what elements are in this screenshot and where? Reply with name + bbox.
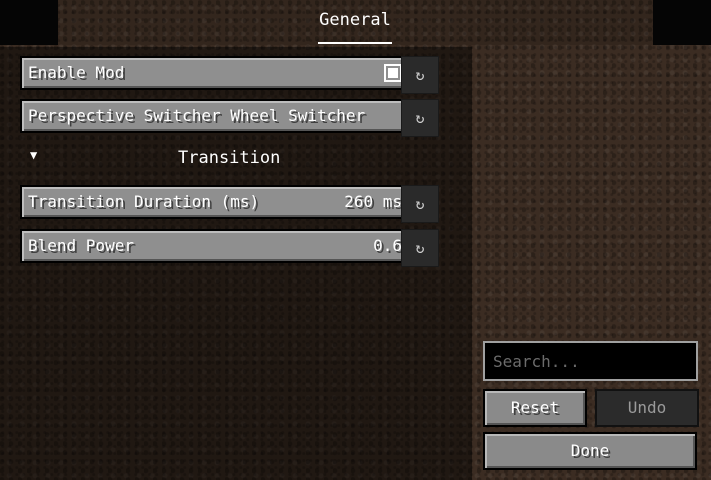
- reset-button[interactable]: Reset: [483, 389, 587, 427]
- option-value: 0.6: [373, 236, 402, 255]
- undo-button[interactable]: Undo: [595, 389, 699, 427]
- option-label: Enable Mod: [28, 63, 125, 82]
- search-field[interactable]: [483, 341, 698, 381]
- triangle-down-icon: ▼: [30, 148, 38, 162]
- section-title: Transition: [178, 148, 281, 168]
- reset-icon[interactable]: ↻: [401, 56, 439, 94]
- search-input[interactable]: [485, 343, 696, 379]
- blend-power-slider[interactable]: Blend Power 0.6: [20, 229, 412, 263]
- enable-mod-button[interactable]: Enable Mod: [20, 56, 412, 90]
- option-label: Transition Duration (ms): [28, 192, 260, 211]
- reset-icon[interactable]: ↻: [401, 229, 439, 267]
- transition-duration-slider[interactable]: Transition Duration (ms) 260 ms: [20, 185, 412, 219]
- top-left-dark-corner: [0, 0, 58, 45]
- reset-icon[interactable]: ↻: [401, 99, 439, 137]
- option-value: 260 ms: [344, 192, 402, 211]
- tab-general-label: General: [319, 10, 391, 30]
- reset-icon[interactable]: ↻: [401, 185, 439, 223]
- section-header-transition[interactable]: ▼ Transition: [30, 148, 430, 172]
- top-right-dark-corner: [653, 0, 711, 45]
- option-label: Blend Power: [28, 236, 134, 255]
- option-label: Perspective Switcher Wheel Switcher: [28, 106, 366, 125]
- done-button[interactable]: Done: [483, 432, 697, 470]
- checkbox-checked-icon[interactable]: [384, 64, 402, 82]
- active-tab-underline: [318, 42, 392, 44]
- perspective-switcher-button[interactable]: Perspective Switcher Wheel Switcher: [20, 99, 412, 133]
- tab-general[interactable]: General: [316, 10, 394, 44]
